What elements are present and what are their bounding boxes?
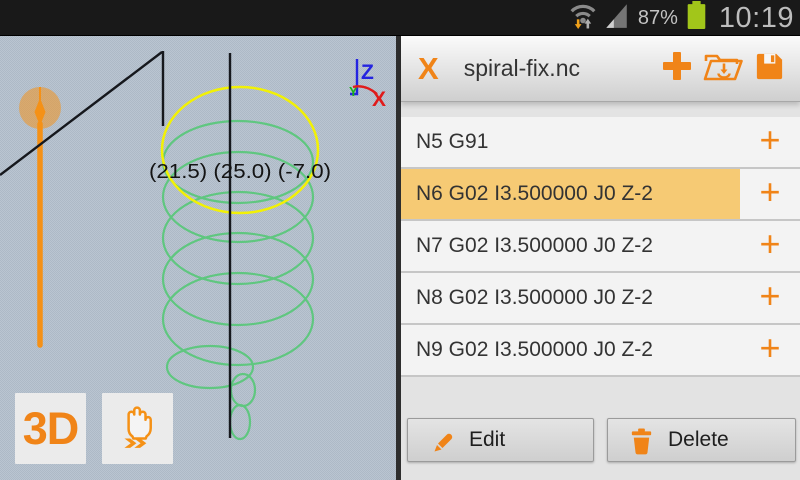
gcode-line[interactable]: N6 G02 I3.500000 J0 Z-2: [401, 169, 740, 219]
insert-line-button[interactable]: +: [740, 273, 800, 323]
coordinate-readout: (21.5) (25.0) (-7.0): [149, 161, 331, 183]
active-segment-path: [162, 87, 318, 213]
gcode-line[interactable]: N5 G91: [401, 117, 740, 167]
save-floppy-icon: [753, 50, 786, 88]
gcode-line-row: N7 G02 I3.500000 J0 Z-2 +: [401, 221, 800, 273]
open-folder-icon: [703, 49, 743, 88]
open-file-button[interactable]: [700, 41, 746, 97]
gcode-line[interactable]: N8 G02 I3.500000 J0 Z-2: [401, 273, 740, 323]
edit-button[interactable]: Edit: [407, 418, 594, 462]
file-panel-header: X spiral-fix.nc: [401, 36, 800, 102]
gcode-line-list: N5 G91 + N6 G02 I3.500000 J0 Z-2 + N7 G0…: [401, 117, 800, 377]
gcode-line-row: N8 G02 I3.500000 J0 Z-2 +: [401, 273, 800, 325]
signal-strength-icon: [602, 1, 630, 34]
pencil-icon: [428, 426, 456, 454]
battery-icon: [686, 1, 707, 35]
gcode-line-text: N9 G02 I3.500000 J0 Z-2: [416, 338, 653, 362]
clock-label: 10:19: [719, 0, 794, 36]
axis-z-label: Z: [361, 61, 374, 84]
wifi-icon: [569, 0, 597, 35]
trash-icon: [628, 426, 655, 455]
plus-icon: +: [759, 174, 780, 214]
plus-icon: +: [759, 226, 780, 266]
gcode-line[interactable]: N9 G02 I3.500000 J0 Z-2: [401, 325, 740, 375]
edit-button-label: Edit: [469, 428, 505, 452]
plus-icon: +: [759, 122, 780, 162]
gcode-line-row: N5 G91 +: [401, 117, 800, 169]
save-file-button[interactable]: [746, 41, 792, 97]
pan-mode-button[interactable]: [102, 393, 173, 464]
insert-line-button[interactable]: +: [740, 221, 800, 271]
gcode-line-text: N6 G02 I3.500000 J0 Z-2: [416, 182, 653, 206]
gcode-simulator-app: 87% 10:19: [0, 0, 800, 480]
file-panel: X spiral-fix.nc: [401, 36, 800, 480]
hand-pan-icon: [113, 400, 163, 457]
delete-button-label: Delete: [668, 428, 729, 452]
new-line-button[interactable]: [654, 41, 700, 97]
plus-icon: +: [759, 278, 780, 318]
insert-line-button[interactable]: +: [740, 117, 800, 167]
insert-line-button[interactable]: +: [740, 325, 800, 375]
plus-icon: [659, 48, 695, 89]
gcode-line-text: N5 G91: [416, 130, 488, 154]
view-3d-button[interactable]: 3D: [15, 393, 86, 464]
gcode-line-text: N8 G02 I3.500000 J0 Z-2: [416, 286, 653, 310]
gcode-line[interactable]: N7 G02 I3.500000 J0 Z-2: [401, 221, 740, 271]
axis-x-label: X: [372, 88, 386, 111]
toolpath-viewport[interactable]: Z Y X (21.5) (25.0) (-7.0) 3D: [0, 36, 400, 480]
filename-label: spiral-fix.nc: [464, 55, 654, 82]
app-logo: X: [418, 51, 439, 87]
plus-icon: +: [759, 330, 780, 370]
tool-marker: [19, 87, 61, 345]
gcode-line-row: N6 G02 I3.500000 J0 Z-2 +: [401, 169, 800, 221]
battery-percent-label: 87%: [638, 0, 678, 36]
status-bar: 87% 10:19: [0, 0, 800, 36]
gcode-line-text: N7 G02 I3.500000 J0 Z-2: [416, 234, 653, 258]
delete-button[interactable]: Delete: [607, 418, 796, 462]
insert-line-button[interactable]: +: [740, 169, 800, 219]
axis-gizmo: Z Y X: [349, 59, 386, 111]
gcode-line-row: N9 G02 I3.500000 J0 Z-2 +: [401, 325, 800, 377]
